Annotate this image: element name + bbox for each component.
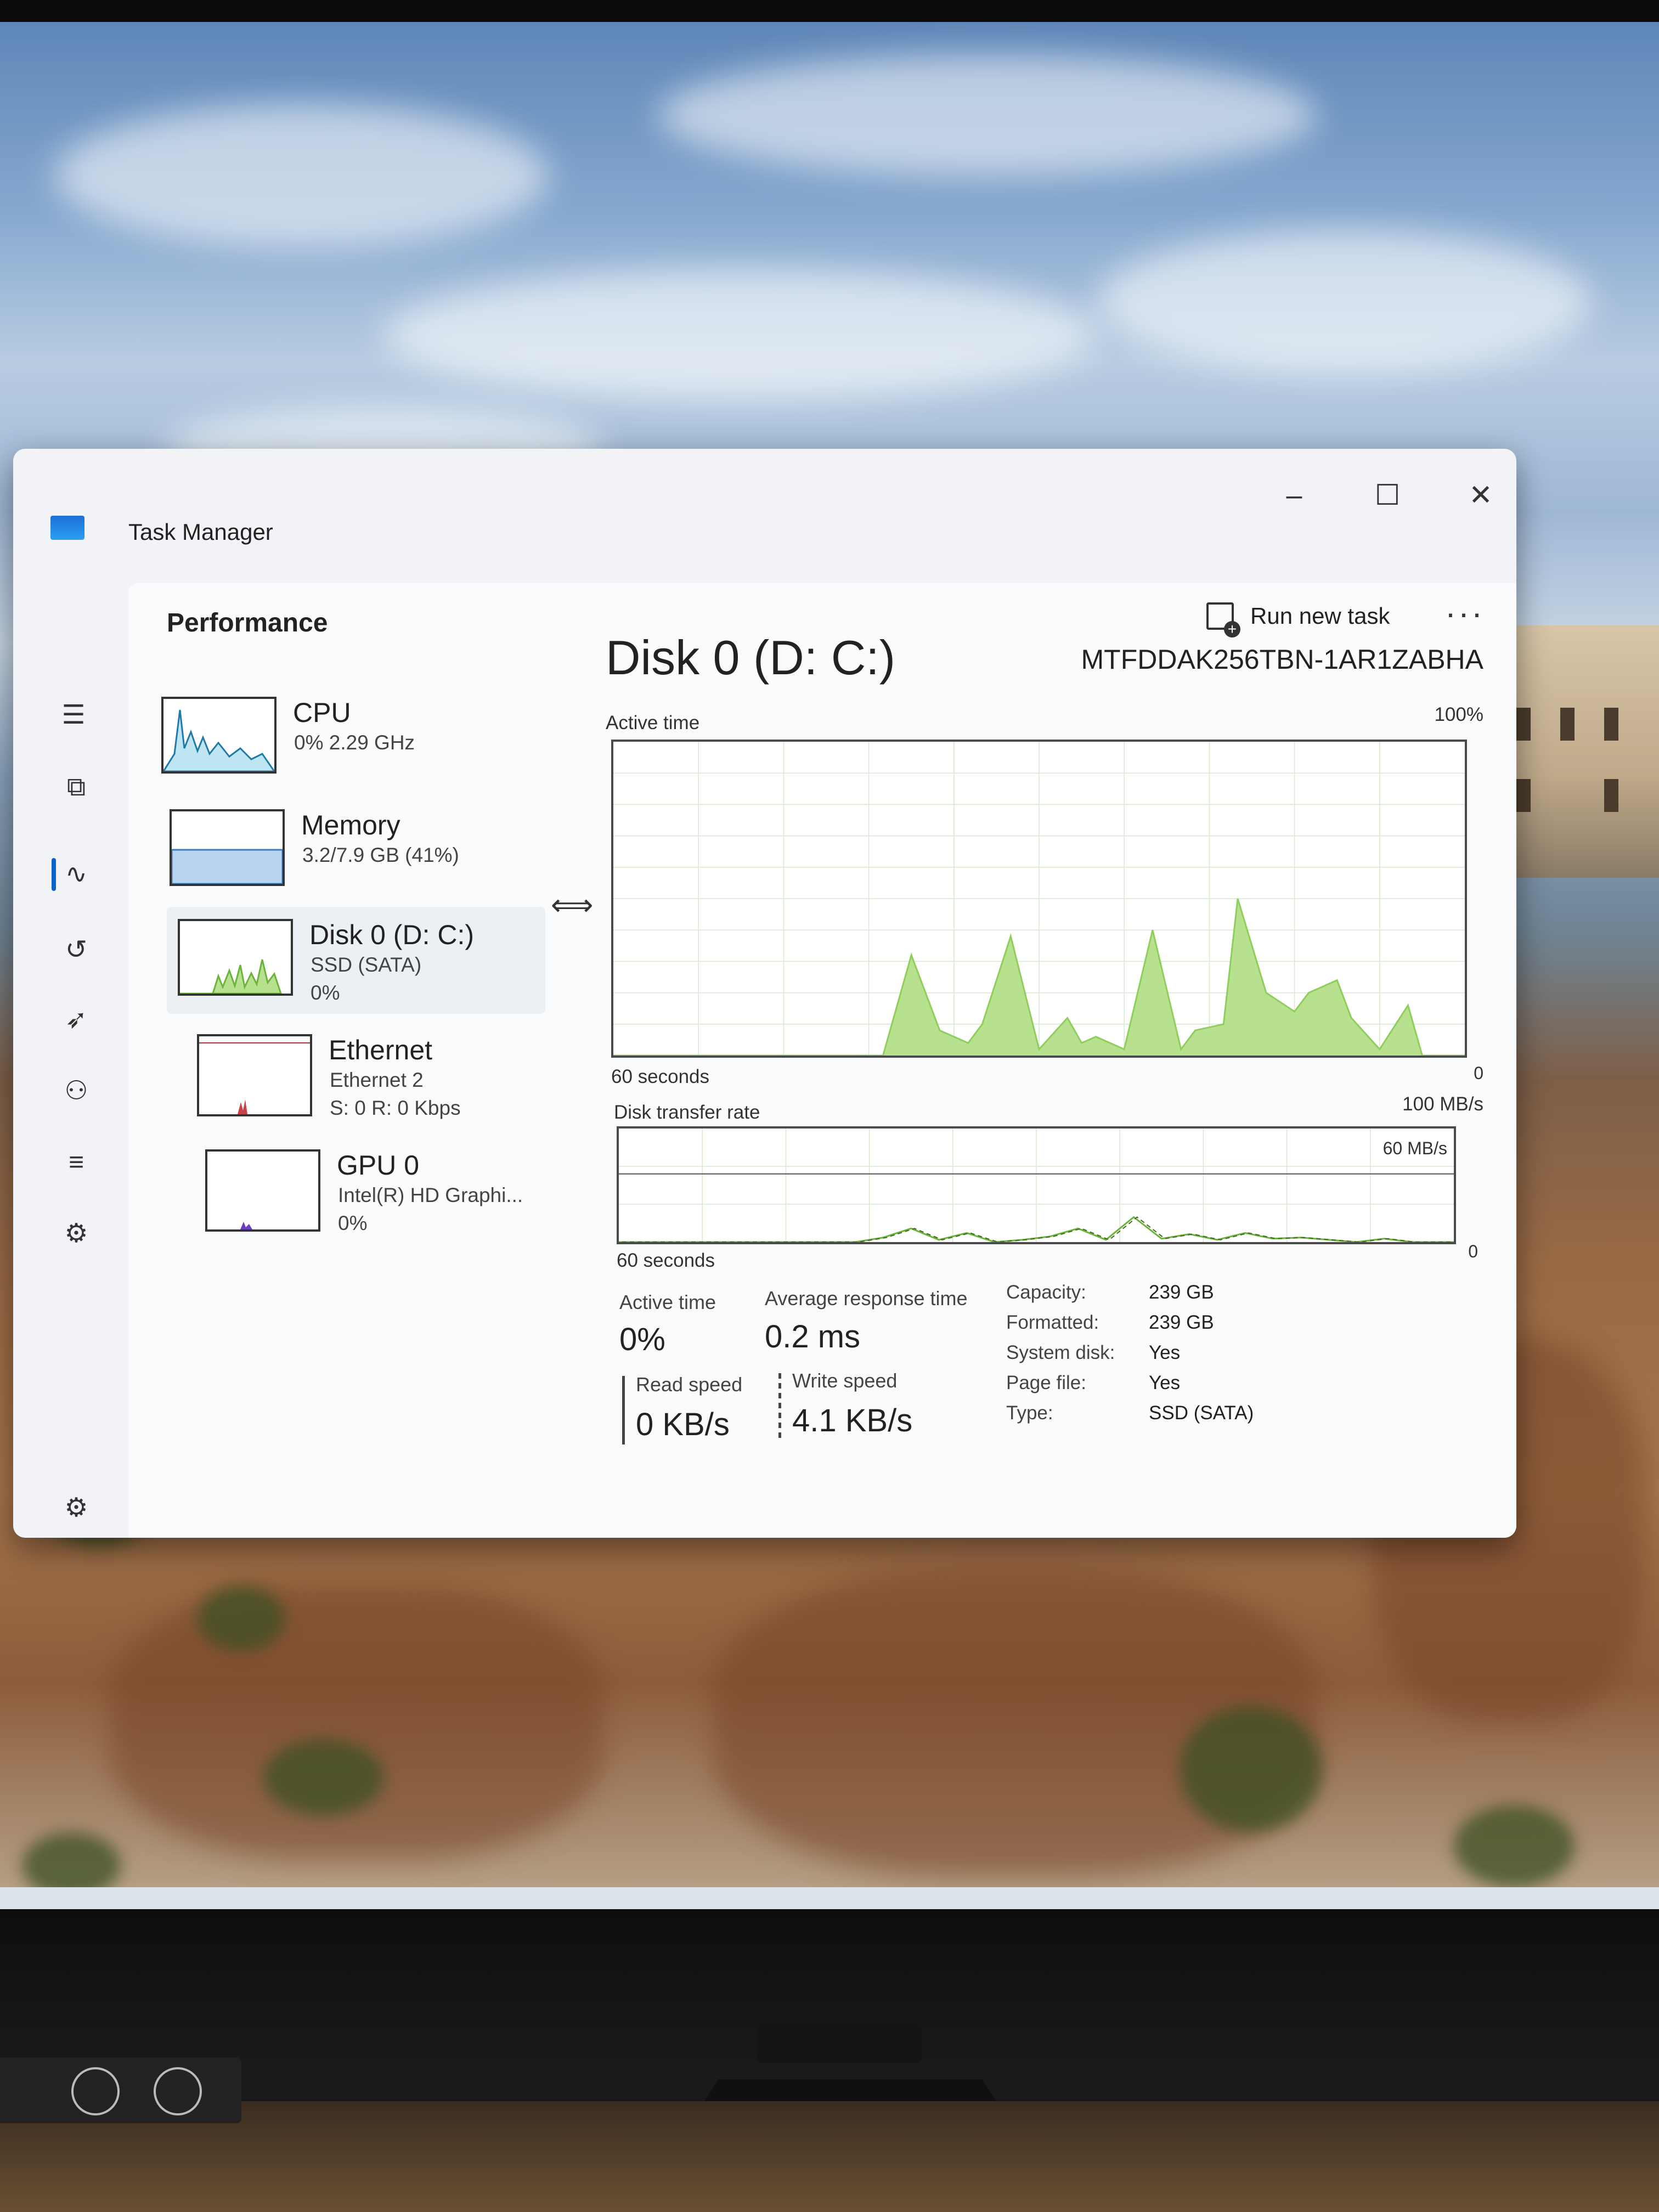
transfer-graph-span: 60 seconds [617,1250,715,1271]
resource-detail: Intel(R) HD Graphi... [338,1184,523,1206]
transfer-graph-max: 100 MB/s [1402,1093,1483,1115]
resource-ethernet[interactable]: Ethernet Ethernet 2 S: 0 R: 0 Kbps [186,1022,565,1129]
run-task-icon [1206,602,1240,637]
stat-avg-response-value: 0.2 ms [765,1319,861,1355]
active-time-graph-label: Active time [606,712,700,733]
services-icon[interactable]: ⚙ [57,1214,95,1252]
nav-active-indicator [52,858,56,891]
more-options-icon[interactable]: ··· [1445,594,1485,632]
stat-write-speed-value: 4.1 KB/s [792,1403,913,1438]
resource-detail: SSD (SATA) [311,953,422,976]
active-time-graph-min: 0 [1474,1063,1483,1083]
disk-model: MTFDDAK256TBN-1AR1ZABHA [1081,644,1484,675]
memory-mini-graph [170,809,285,886]
resource-usage: 0% [338,1212,368,1234]
ethernet-mini-graph [197,1034,312,1116]
active-time-graph-max: 100% [1434,704,1483,725]
window-title: Task Manager [128,519,273,545]
resource-name: Disk 0 (D: C:) [309,919,474,950]
resource-gpu-0[interactable]: GPU 0 Intel(R) HD Graphi... 0% [194,1137,573,1244]
stat-active-time-label: Active time [619,1291,716,1313]
pane-resize-handle-icon[interactable]: ⟺ [551,888,593,922]
graph-grid [619,1128,1454,1242]
resource-detail: 0% 2.29 GHz [294,731,415,754]
resource-usage: 0% [311,981,340,1004]
active-time-graph [611,740,1467,1058]
processes-icon[interactable]: ⧉ [57,768,95,806]
stat-write-speed-label: Write speed [792,1369,898,1392]
gpu-mini-graph [205,1149,320,1232]
run-new-task-label: Run new task [1250,603,1390,629]
prop-value: 239 GB [1149,1312,1214,1333]
performance-icon[interactable]: ∿ [57,855,95,893]
prop-value: Yes [1149,1342,1181,1363]
resource-detail: Ethernet 2 [330,1069,424,1091]
prop-value: 239 GB [1149,1282,1214,1303]
monitor-logo [757,2024,922,2063]
read-speed-legend [622,1376,625,1444]
maximize-icon[interactable]: ☐ [1363,471,1412,520]
hamburger-menu-icon[interactable]: ☰ [54,696,93,734]
page-title: Performance [167,608,328,637]
run-new-task-button[interactable]: Run new task [1206,597,1390,637]
details-icon[interactable]: ≡ [57,1143,95,1181]
stat-read-speed-label: Read speed [636,1373,743,1396]
settings-icon[interactable]: ⚙ [57,1488,95,1527]
app-history-icon[interactable]: ↺ [57,930,95,969]
transfer-rate-graph: 60 MB/s [617,1126,1456,1244]
prop-label: Type: [1006,1402,1053,1424]
resource-cpu[interactable]: CPU 0% 2.29 GHz [150,685,529,792]
prop-value: SSD (SATA) [1149,1402,1254,1424]
stat-read-speed-value: 0 KB/s [636,1407,730,1442]
transfer-graph-label: Disk transfer rate [614,1102,760,1123]
stat-active-time-value: 0% [619,1322,665,1357]
prop-label: Page file: [1006,1372,1086,1393]
resource-disk-0[interactable]: Disk 0 (D: C:) SSD (SATA) 0% [167,907,545,1014]
disk-title: Disk 0 (D: C:) [606,630,895,685]
startup-apps-icon[interactable]: ➶ [57,1000,95,1039]
cpu-mini-graph [161,697,276,774]
resource-usage: S: 0 R: 0 Kbps [330,1097,461,1119]
resource-name: GPU 0 [337,1150,420,1181]
wallpaper-town [1494,625,1659,878]
stat-avg-response-label: Average response time [765,1287,968,1310]
close-icon[interactable]: ✕ [1456,471,1505,520]
prop-label: System disk: [1006,1342,1115,1363]
desk [0,2101,1659,2212]
performance-panel: Performance Run new task ··· CPU 0% 2.29… [128,583,1516,1538]
title-bar[interactable]: Task Manager – ☐ ✕ [13,449,1516,545]
task-manager-window: Task Manager – ☐ ✕ ☰ ⧉ ∿ ↺ ➶ ⚇ ≡ ⚙ ⚙ Per… [13,449,1516,1538]
disk-mini-graph [178,919,293,996]
minimize-icon[interactable]: – [1269,471,1319,520]
prop-label: Capacity: [1006,1282,1086,1303]
resource-name: Ethernet [329,1035,433,1065]
transfer-graph-min: 0 [1468,1242,1478,1261]
transfer-graph-mid: 60 MB/s [1383,1138,1447,1158]
monitor-feature-badges [0,2057,241,2123]
resource-detail: 3.2/7.9 GB (41%) [302,844,459,866]
users-icon[interactable]: ⚇ [57,1071,95,1110]
write-speed-legend [778,1373,781,1442]
resource-name: Memory [301,810,400,840]
nav-sidebar: ☰ ⧉ ∿ ↺ ➶ ⚇ ≡ ⚙ ⚙ [13,531,128,1538]
resource-name: CPU [293,697,351,728]
prop-value: Yes [1149,1372,1181,1393]
resource-memory[interactable]: Memory 3.2/7.9 GB (41%) [159,797,537,904]
prop-label: Formatted: [1006,1312,1099,1333]
active-time-graph-span: 60 seconds [611,1066,710,1087]
